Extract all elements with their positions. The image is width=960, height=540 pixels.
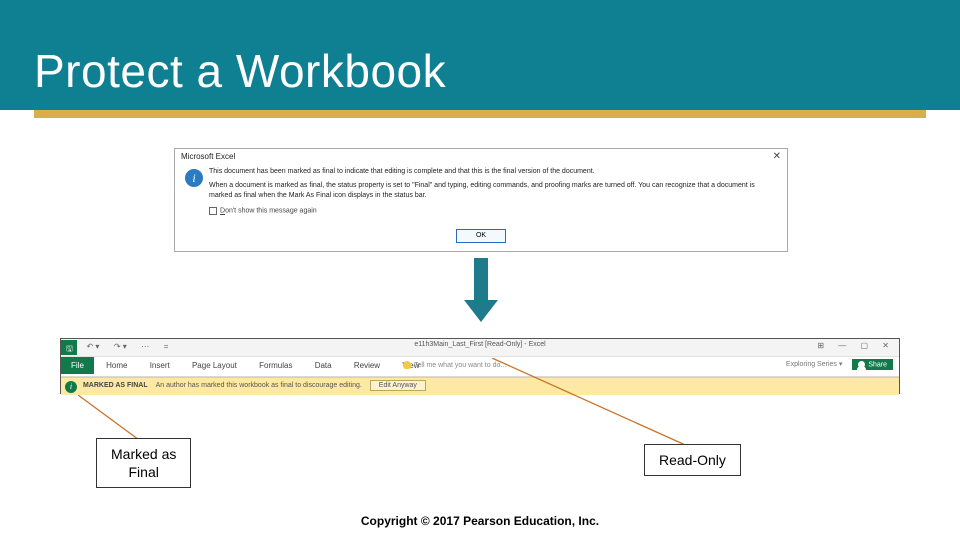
bulb-icon [403, 361, 411, 369]
qat-more[interactable]: ⋯ [136, 339, 154, 351]
dialog-app-title: Microsoft Excel [181, 152, 235, 161]
checkbox-box[interactable] [209, 207, 217, 215]
share-button[interactable]: Share [852, 359, 893, 370]
account-label[interactable]: Exploring Series ▾ [786, 361, 850, 368]
marked-final-dialog: Microsoft Excel ✕ i This document has be… [174, 148, 788, 252]
flow-arrow-shaft [474, 258, 488, 300]
message-bar: i MARKED AS FINAL An author has marked t… [61, 377, 899, 395]
tab-data[interactable]: Data [305, 357, 342, 374]
person-icon [858, 361, 865, 368]
dialog-line-1: This document has been marked as final t… [209, 167, 777, 177]
copyright: Copyright © 2017 Pearson Education, Inc. [0, 514, 960, 528]
tab-file[interactable]: File [61, 357, 94, 374]
dialog-line-2: When a document is marked as final, the … [209, 181, 777, 201]
marked-final-label: MARKED AS FINAL [83, 378, 148, 389]
callout-marked-as-final: Marked as Final [96, 438, 191, 488]
gold-underline [34, 110, 926, 118]
redo-button[interactable]: ↷ ▾ [109, 339, 132, 351]
tab-home[interactable]: Home [96, 357, 137, 374]
tab-formulas[interactable]: Formulas [249, 357, 302, 374]
undo-button[interactable]: ↶ ▾ [81, 339, 104, 351]
tab-page-layout[interactable]: Page Layout [182, 357, 247, 374]
ok-button[interactable]: OK [456, 229, 506, 243]
window-title: e11h3Main_Last_First [Read-Only] - Excel [414, 341, 545, 348]
dialog-body: This document has been marked as final t… [209, 167, 777, 201]
info-icon: i [185, 169, 203, 187]
flow-arrow-head [464, 300, 498, 322]
qat-sep: = [159, 339, 174, 351]
window-controls[interactable]: ⊞ — ▢ ✕ [817, 341, 895, 350]
callout-pointer-right [492, 358, 702, 454]
ribbon-tabs: File Home Insert Page Layout Formulas Da… [61, 357, 899, 377]
tab-review[interactable]: Review [344, 357, 390, 374]
quick-access-toolbar: 🖫 ↶ ▾ ↷ ▾ ⋯ = e11h3Main_Last_First [Read… [61, 339, 899, 357]
dialog-close-button[interactable]: ✕ [773, 151, 781, 162]
tab-insert[interactable]: Insert [140, 357, 180, 374]
slide-header: Protect a Workbook [0, 0, 960, 110]
slide-title: Protect a Workbook [34, 44, 446, 98]
dont-show-checkbox[interactable]: Don't show this message again [209, 207, 317, 215]
marked-final-desc: An author has marked this workbook as fi… [150, 378, 368, 389]
edit-anyway-button[interactable]: Edit Anyway [370, 380, 426, 391]
info-badge-icon: i [65, 381, 77, 393]
callout-read-only: Read-Only [644, 444, 741, 476]
save-icon[interactable]: 🖫 [61, 340, 77, 355]
excel-ribbon: 🖫 ↶ ▾ ↷ ▾ ⋯ = e11h3Main_Last_First [Read… [60, 338, 900, 394]
tell-me[interactable]: Tell me what you want to do... [403, 361, 506, 369]
